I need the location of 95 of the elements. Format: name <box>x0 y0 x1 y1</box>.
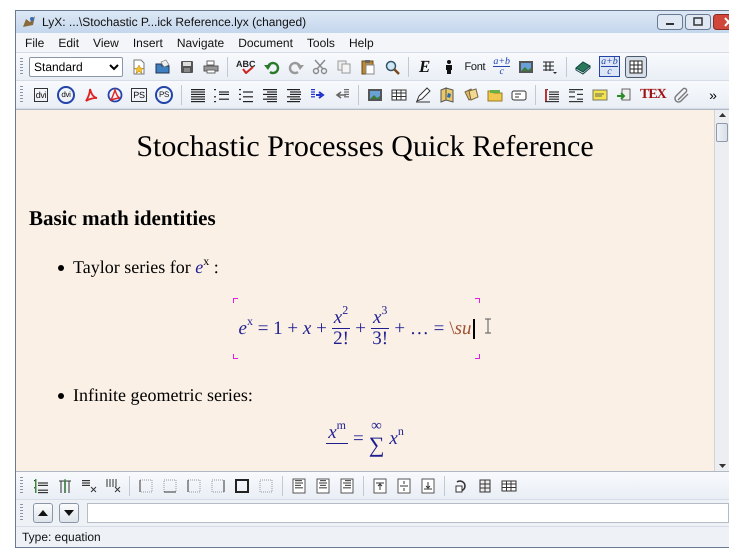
document-view-button[interactable]: PS <box>128 84 150 106</box>
align-justify-icon[interactable] <box>190 86 206 102</box>
valign-middle-icon[interactable] <box>396 478 412 494</box>
valign-bottom-icon[interactable] <box>420 478 436 494</box>
math-fraction: x$^{m}$ <box>326 422 348 446</box>
scissors-icon[interactable] <box>312 58 328 74</box>
status-text: Type: equation <box>22 530 101 544</box>
bullet-list-icon[interactable] <box>238 86 254 102</box>
math-fraction-button[interactable]: a+b c <box>596 56 623 78</box>
down-arrow-icon <box>64 509 74 517</box>
acrobat-icon[interactable] <box>83 86 99 102</box>
delete-row-icon[interactable] <box>81 478 97 494</box>
cards-icon[interactable] <box>463 86 479 102</box>
align-right-icon[interactable] <box>339 478 355 494</box>
minimize-button[interactable] <box>657 14 683 30</box>
note-icon[interactable] <box>592 86 608 102</box>
list-lines-icon[interactable] <box>568 86 584 102</box>
grid-icon[interactable] <box>501 478 517 494</box>
clipboard-icon[interactable] <box>360 58 376 74</box>
window-title: LyX: ...\Stochastic P...ick Reference.lyx (changed) <box>42 15 306 29</box>
up-arrow-icon <box>38 509 48 517</box>
math-expression: + <box>355 318 366 340</box>
paperclip-icon[interactable] <box>674 86 690 102</box>
rotate-icon[interactable] <box>453 478 469 494</box>
emphasis-button[interactable]: E <box>414 56 436 78</box>
table-icon[interactable] <box>542 58 558 74</box>
grid-icon[interactable] <box>391 86 407 102</box>
border-none-icon[interactable] <box>258 478 274 494</box>
more-tools-button[interactable]: » <box>702 84 724 106</box>
insert-row-icon[interactable] <box>33 478 49 494</box>
maximize-button[interactable] <box>685 14 711 30</box>
math-fraction: x$^{3}$ 3! <box>370 308 390 349</box>
menu-item[interactable]: Insert <box>126 36 170 50</box>
menu-item[interactable]: Navigate <box>170 36 232 50</box>
summation-symbol: ∞ ∑ <box>368 420 384 458</box>
search-field[interactable] <box>87 503 729 523</box>
border-bottom-icon[interactable] <box>162 478 178 494</box>
border-right-icon[interactable] <box>210 478 226 494</box>
bullet-icon <box>58 392 64 398</box>
menu-item[interactable]: Tools <box>300 36 342 50</box>
border-left-icon[interactable] <box>186 478 202 494</box>
find-next-button[interactable] <box>59 503 79 523</box>
delete-column-icon[interactable] <box>105 478 121 494</box>
section-heading: Basic math identities <box>29 206 217 231</box>
menu-item[interactable]: Help <box>342 36 381 50</box>
valign-top-icon[interactable] <box>372 478 388 494</box>
align-left-icon[interactable] <box>291 478 307 494</box>
font-button[interactable]: Font <box>462 56 488 78</box>
printer-icon[interactable] <box>203 58 219 74</box>
acrobat-refresh-icon[interactable] <box>107 86 123 102</box>
style-dropdown[interactable]: Standard <box>29 56 123 76</box>
insert-column-icon[interactable] <box>57 478 73 494</box>
menu-item[interactable]: View <box>86 36 126 50</box>
math-expression: x$^{n}$ <box>389 428 404 450</box>
numbered-list-icon[interactable] <box>214 86 230 102</box>
search-icon[interactable] <box>384 58 400 74</box>
copy-icon[interactable] <box>336 58 352 74</box>
math-expression: + … = <box>394 318 444 340</box>
scrollbar[interactable] <box>714 110 729 471</box>
table-settings-icon[interactable] <box>477 478 493 494</box>
find-previous-button[interactable] <box>33 503 53 523</box>
scroll-thumb[interactable] <box>716 123 728 142</box>
border-all-icon[interactable] <box>234 478 250 494</box>
image-icon[interactable] <box>518 58 534 74</box>
pencil-icon[interactable] <box>415 86 431 102</box>
new-document-icon[interactable] <box>131 58 147 74</box>
math-macro: \su <box>449 318 472 340</box>
app-logo-icon <box>21 14 37 30</box>
math-fraction-button[interactable]: a+b c <box>490 56 514 78</box>
menu-item[interactable]: Edit <box>51 36 86 50</box>
tick-icon <box>242 66 254 74</box>
open-folder-icon[interactable] <box>155 58 171 74</box>
i-beam-cursor-icon <box>484 318 492 334</box>
description-list-icon[interactable] <box>262 86 278 102</box>
float-lines-icon[interactable] <box>544 86 560 102</box>
math-expression: = <box>352 428 364 450</box>
tex-code-button[interactable]: TEX <box>637 84 669 106</box>
math-fraction: x$^{2}$ 2! <box>332 308 350 349</box>
indented-list-icon[interactable] <box>286 86 302 102</box>
document-title: Stochastic Processes Quick Reference <box>135 130 595 164</box>
document-view-button[interactable]: dvi <box>30 84 52 106</box>
image-icon[interactable] <box>367 86 383 102</box>
math-expression: e$^{x}$ = 1 + x + <box>238 318 327 340</box>
border-top-icon[interactable] <box>138 478 154 494</box>
close-button[interactable] <box>713 14 729 30</box>
book-icon[interactable] <box>575 58 592 74</box>
list-item-text: Infinite geometric series: <box>73 385 253 406</box>
map-book-icon[interactable] <box>439 86 455 102</box>
list-item-text: Taylor series for e$^{x}$ : <box>73 257 219 278</box>
insert-file-icon[interactable] <box>616 86 632 102</box>
menu-item[interactable]: Document <box>231 36 300 50</box>
align-center-icon[interactable] <box>315 478 331 494</box>
menu-item[interactable]: File <box>18 36 52 50</box>
bullet-icon <box>58 264 64 270</box>
spellcheck-button[interactable]: ABC <box>233 56 258 78</box>
